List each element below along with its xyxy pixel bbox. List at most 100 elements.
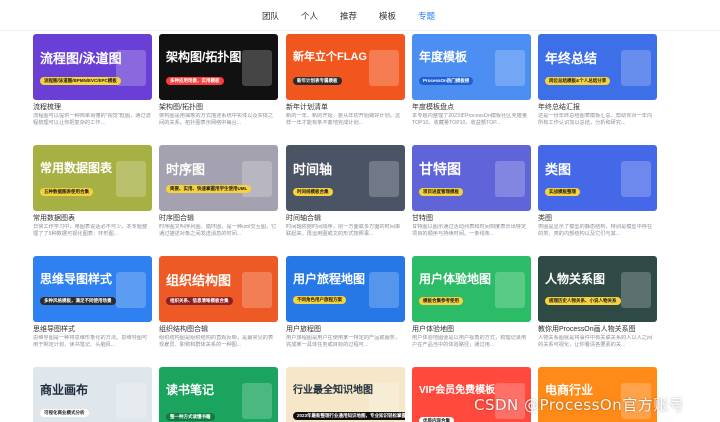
thumbnail-tag: 时间线模板合集	[293, 188, 333, 196]
card-title[interactable]: 新年计划清单	[286, 103, 405, 112]
thumbnail-illustration	[495, 272, 525, 308]
card-description: 架构图是用抽象的方式描述系统中实体以及实体之间的关系。拓扑图表示网络中每台...	[159, 113, 274, 126]
card-description: 甘特图以图示通过活动列表和时间刻度表示出特定项目的顺序与持续时间。一条线条...	[412, 224, 527, 237]
card-title[interactable]: 时序图合辑	[159, 214, 278, 223]
card-thumbnail[interactable]: 行业最全知识地图 2023年最新整理行业通用知识地图，专业知识轻松掌握	[286, 367, 405, 422]
topic-card[interactable]: 流程图/泳道图 流程图/泳道图/BPMN/EVC/EPC模板流程梳理 流程图可以提供…	[33, 34, 152, 127]
thumbnail-tag: 流程图/泳道图/BPMN/EVC/EPC模板	[40, 77, 121, 85]
card-thumbnail[interactable]: 年度模板 ProcessOn热门模板榜	[412, 34, 531, 100]
thumbnail-tag: 简要、实用、快速掌握用学生使用UML	[166, 185, 252, 193]
thumbnail-title: 用户体验地图	[419, 272, 492, 286]
card-thumbnail[interactable]: 甘特图项目进度管理模板	[412, 145, 531, 211]
card-title[interactable]: 时间轴合辑	[286, 214, 405, 223]
topic-card[interactable]: 甘特图 项目进度管理模板 甘特图 甘特图以图示通过活动列表和时间刻度表示出特定项目的顺…	[412, 145, 531, 238]
topic-card[interactable]: 常用数据图表 五种数据图表使用合集 常用数据图表 日常工作学习中，用图表说话必不可少。…	[33, 145, 152, 238]
card-thumbnail[interactable]: 年终总结岗位总结模板&个人总结分享	[538, 34, 657, 100]
thumbnail-tag: 项目进度管理模板	[419, 188, 463, 196]
thumbnail-tag: 多种应用场景，实用模板	[166, 77, 224, 85]
thumbnail-title: 甘特图	[419, 161, 461, 177]
thumbnail-title: 行业最全知识地图	[293, 385, 373, 396]
topic-card[interactable]: 用户体验地图 模板合集参考使用 用户体验地图 用户体验地图便是以用户视角的方式，梳理记…	[412, 256, 531, 349]
thumbnail-title: 新年立个FLAG	[293, 51, 367, 63]
card-thumbnail[interactable]: 类图 实战模板整理	[538, 145, 657, 211]
card-title[interactable]: 组织结构图合辑	[159, 325, 278, 334]
thumbnail-illustration	[242, 272, 272, 308]
card-description: 人物关系图就是将事件中有关联关系的人以人之间的关系可视化，让你看清各要素的关..…	[538, 335, 653, 348]
topic-card[interactable]: 行业最全知识地图 2023年最新整理行业通用知识地图，专业知识轻松掌握	[286, 367, 405, 422]
card-thumbnail[interactable]: 常用数据图表五种数据图表使用合集	[33, 145, 152, 211]
thumbnail-title: 年度模板	[419, 50, 468, 64]
card-title[interactable]: 用户体验地图	[412, 325, 531, 334]
card-description: 时间轴依据时间顺序，把一方面或多方面的时间串联起来，再运用图或文的形式按照事..…	[286, 224, 401, 237]
card-title[interactable]: 年终总结汇报	[538, 103, 657, 112]
card-description: 组织结构图是组织结构的直观反映，是最常见的表现雇员、职称和群体关系的一种图...	[159, 335, 274, 348]
card-thumbnail[interactable]: 读书笔记 整一种方式读懂书籍	[159, 367, 278, 422]
thumbnail-tag: 五种数据图表使用合集	[40, 188, 93, 196]
thumbnail-title: 常用数据图表	[40, 161, 113, 175]
thumbnail-title: 用户旅程地图	[293, 272, 366, 286]
card-title[interactable]: 常用数据图表	[33, 214, 152, 223]
thumbnail-tag: 多种风格模板，满足不同使用场景	[40, 297, 116, 305]
thumbnail-illustration	[369, 161, 399, 197]
thumbnail-illustration	[116, 161, 146, 197]
thumbnail-title: 思维导图样式	[40, 272, 113, 286]
card-thumbnail[interactable]: 用户旅程地图 不同角色用户旅程方案	[286, 256, 405, 322]
topic-card[interactable]: 时序图 简要、实用、快速掌握用学生使用UML 时序图合辑 时序图又叫序列图、循环图，是…	[159, 145, 278, 238]
card-title[interactable]: 甘特图	[412, 214, 531, 223]
card-title[interactable]: 年度模板盘点	[412, 103, 531, 112]
thumbnail-title: 人物关系图	[545, 272, 606, 286]
thumbnail-illustration	[242, 50, 272, 86]
thumbnail-title: 组织结构图	[166, 273, 232, 288]
thumbnail-title: 年终总结	[545, 51, 598, 66]
thumbnail-tag: 可视化商业模式分析	[40, 409, 89, 417]
thumbnail-tag: 梳理历史人物关系、小说人物关系	[545, 297, 621, 305]
card-thumbnail[interactable]: 架构图/拓扑图 多种应用场景，实用模板	[159, 34, 278, 100]
card-thumbnail[interactable]: 商业画布可视化商业模式分析	[33, 367, 152, 422]
topic-card[interactable]: 类图 实战模板整理 类图 类图是显示了模型的静态结构，特别是模型中存在的类、类的内部结…	[538, 145, 657, 238]
thumbnail-illustration	[621, 161, 651, 197]
thumbnail-tag: 实战模板整理	[545, 188, 580, 196]
topic-card-grid: 流程图/泳道图 流程图/泳道图/BPMN/EVC/EPC模板流程梳理 流程图可以提供…	[0, 0, 720, 422]
thumbnail-tag: 岗位总结模板&个人总结分享	[545, 77, 611, 85]
topic-card[interactable]: 架构图/拓扑图 多种应用场景，实用模板架构图/拓扑图 架构图是用抽象的方式描述系统中…	[159, 34, 278, 127]
card-description: 用户旅程图是用户在使用某一特定的产品或服务，完成某一具体任务或目标的过程可...	[286, 335, 401, 348]
topic-card[interactable]: 时间轴时间线模板合集时间轴合辑 时间轴依据时间顺序，把一方面或多方面的时间串联起来…	[286, 145, 405, 238]
card-title[interactable]: 思维导图样式	[33, 325, 152, 334]
thumbnail-illustration	[621, 50, 651, 86]
topic-card[interactable]: 读书笔记 整一种方式读懂书籍	[159, 367, 278, 422]
topic-card[interactable]: 年度模板 ProcessOn热门模板榜年度模板盘点 本专题内整理了2023年Proc…	[412, 34, 531, 127]
card-description: 流程图可以提供一种简单易懂的"视觉"框图，通过流程梳理可以让你把复杂的工作...	[33, 113, 151, 126]
topic-card[interactable]: 用户旅程地图 不同角色用户旅程方案用户旅程图 用户旅程图是用户在使用某一特定的产品或…	[286, 256, 405, 349]
card-description: 思维导图是一种将思维形象化的方法。思维导图可用于制定计划、读书笔记、头脑风...	[33, 335, 148, 348]
card-description: 新的一年、新的开始，要从年初开始做好计划。这样一年才能有条不紊地完成计划...	[286, 113, 401, 126]
card-thumbnail[interactable]: 用户体验地图 模板合集参考使用	[412, 256, 531, 322]
thumbnail-illustration	[495, 50, 525, 86]
topic-card[interactable]: 人物关系图 梳理历史人物关系、小说人物关系 教你用ProcessOn画人物关系图 人物…	[538, 256, 657, 349]
card-title[interactable]: 类图	[538, 214, 657, 223]
topic-card[interactable]: 年终总结 岗位总结模板&个人总结分享 年终总结汇报 这是一份年终总结图表模板汇总，帮助…	[538, 34, 657, 127]
card-title[interactable]: 教你用ProcessOn画人物关系图	[538, 325, 657, 334]
card-thumbnail[interactable]: 流程图/泳道图 流程图/泳道图/BPMN/EVC/EPC模板	[33, 34, 152, 100]
thumbnail-title: 时间轴	[293, 162, 333, 177]
watermark: CSDN @ProcessOn官方账号	[474, 396, 685, 414]
thumbnail-tag: ProcessOn热门模板榜	[419, 77, 474, 85]
card-title[interactable]: 用户旅程图	[286, 325, 405, 334]
card-title[interactable]: 流程梳理	[33, 103, 152, 112]
card-thumbnail[interactable]: 思维导图样式多种风格模板，满足不同使用场景	[33, 256, 152, 322]
thumbnail-illustration	[242, 383, 272, 419]
card-thumbnail[interactable]: 新年立个FLAG 新年计划表专属模板	[286, 34, 405, 100]
topic-card[interactable]: 新年立个FLAG 新年计划表专属模板新年计划清单 新的一年、新的开始，要从年初开始做…	[286, 34, 405, 127]
topic-card[interactable]: 商业画布可视化商业模式分析	[33, 367, 152, 422]
card-title[interactable]: 架构图/拓扑图	[159, 103, 278, 112]
thumbnail-tag: 整一种方式读懂书籍	[166, 413, 215, 421]
card-description: 本专题内整理了2023年ProcessOn模板社区克隆量TOP10、收藏量TOP…	[412, 113, 528, 126]
thumbnail-tag: 组织关系、信息清晰模板合集	[166, 297, 233, 305]
card-thumbnail[interactable]: 人物关系图梳理历史人物关系、小说人物关系	[538, 256, 657, 322]
card-thumbnail[interactable]: 组织结构图组织关系、信息清晰模板合集	[159, 256, 278, 322]
card-thumbnail[interactable]: 时间轴时间线模板合集	[286, 145, 405, 211]
card-thumbnail[interactable]: 时序图 简要、实用、快速掌握用学生使用UML	[159, 145, 278, 211]
thumbnail-title: 商业画布	[40, 383, 89, 397]
thumbnail-tag: 2023年最新整理行业通用知识地图，专业知识轻松掌握	[293, 412, 405, 420]
topic-card[interactable]: 思维导图样式 多种风格模板，满足不同使用场景 思维导图样式 思维导图是一种将思维形象化…	[33, 256, 152, 349]
topic-card[interactable]: 组织结构图组织关系、信息清晰模板合集组织结构图合辑 组织结构图是组织结构的直观反映…	[159, 256, 278, 349]
